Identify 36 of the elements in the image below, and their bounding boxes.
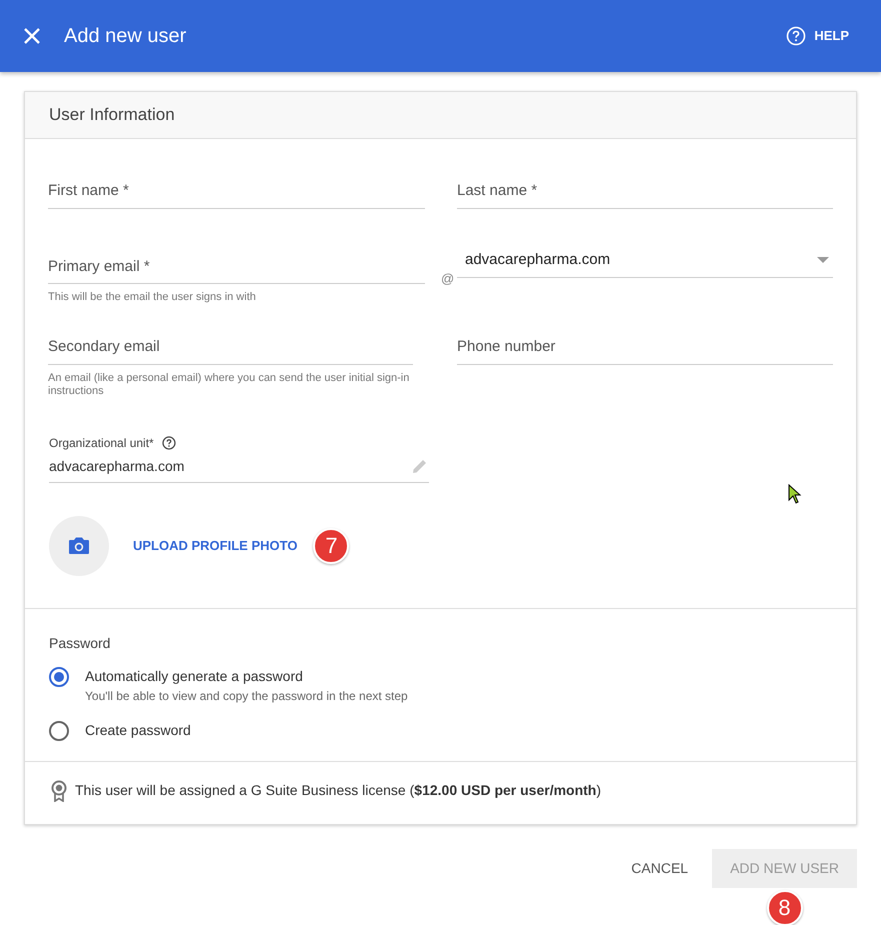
license-text: This user will be assigned a G Suite Business license ($12.00 USD per user/month)	[75, 781, 602, 800]
mouse-cursor-icon	[788, 484, 802, 504]
award-badge-icon	[51, 780, 67, 802]
org-unit-value: advacarepharma.com	[49, 456, 184, 476]
section-title: User Information	[49, 104, 175, 126]
phone-number-field[interactable]: Phone number	[457, 332, 833, 364]
domain-value: advacarepharma.com	[465, 250, 610, 270]
radio-hint: You'll be able to view and copy the password in the next step	[85, 688, 408, 704]
domain-dropdown[interactable]: advacarepharma.com	[457, 248, 833, 278]
help-button[interactable]: HELP	[778, 22, 857, 50]
edit-icon	[411, 457, 429, 475]
camera-icon	[68, 536, 90, 554]
password-title: Password	[49, 634, 112, 652]
radio-button[interactable]	[49, 666, 69, 686]
cancel-button[interactable]: CANCEL	[615, 848, 704, 888]
field-hint: An email (like a personal email) where you can send the user initial sign-in instructions	[48, 372, 410, 398]
at-sign: @	[440, 270, 456, 288]
org-unit-field[interactable]: advacarepharma.com	[49, 452, 429, 482]
first-name-field[interactable]: First name *	[48, 176, 425, 208]
primary-email-field[interactable]: Primary email *	[48, 252, 425, 284]
dropdown-caret-icon	[817, 256, 829, 263]
close-button[interactable]	[22, 26, 42, 46]
secondary-email-field[interactable]: Secondary email	[48, 332, 413, 364]
org-unit-label: Organizational unit*	[49, 434, 154, 452]
close-icon	[22, 26, 42, 46]
step-callout: 8	[766, 890, 803, 925]
last-name-field[interactable]: Last name *	[457, 176, 833, 208]
radio-label: Automatically generate a password	[85, 666, 304, 686]
radio-label: Create password	[85, 720, 191, 740]
field-hint: This will be the email the user signs in with	[48, 291, 257, 304]
help-icon	[786, 26, 806, 46]
radio-button[interactable]	[49, 720, 69, 740]
help-icon	[162, 436, 176, 450]
page-title: Add new user	[64, 24, 186, 49]
upload-photo-link[interactable]: UPLOAD PROFILE PHOTO	[133, 536, 298, 556]
step-callout: 7	[313, 528, 350, 564]
